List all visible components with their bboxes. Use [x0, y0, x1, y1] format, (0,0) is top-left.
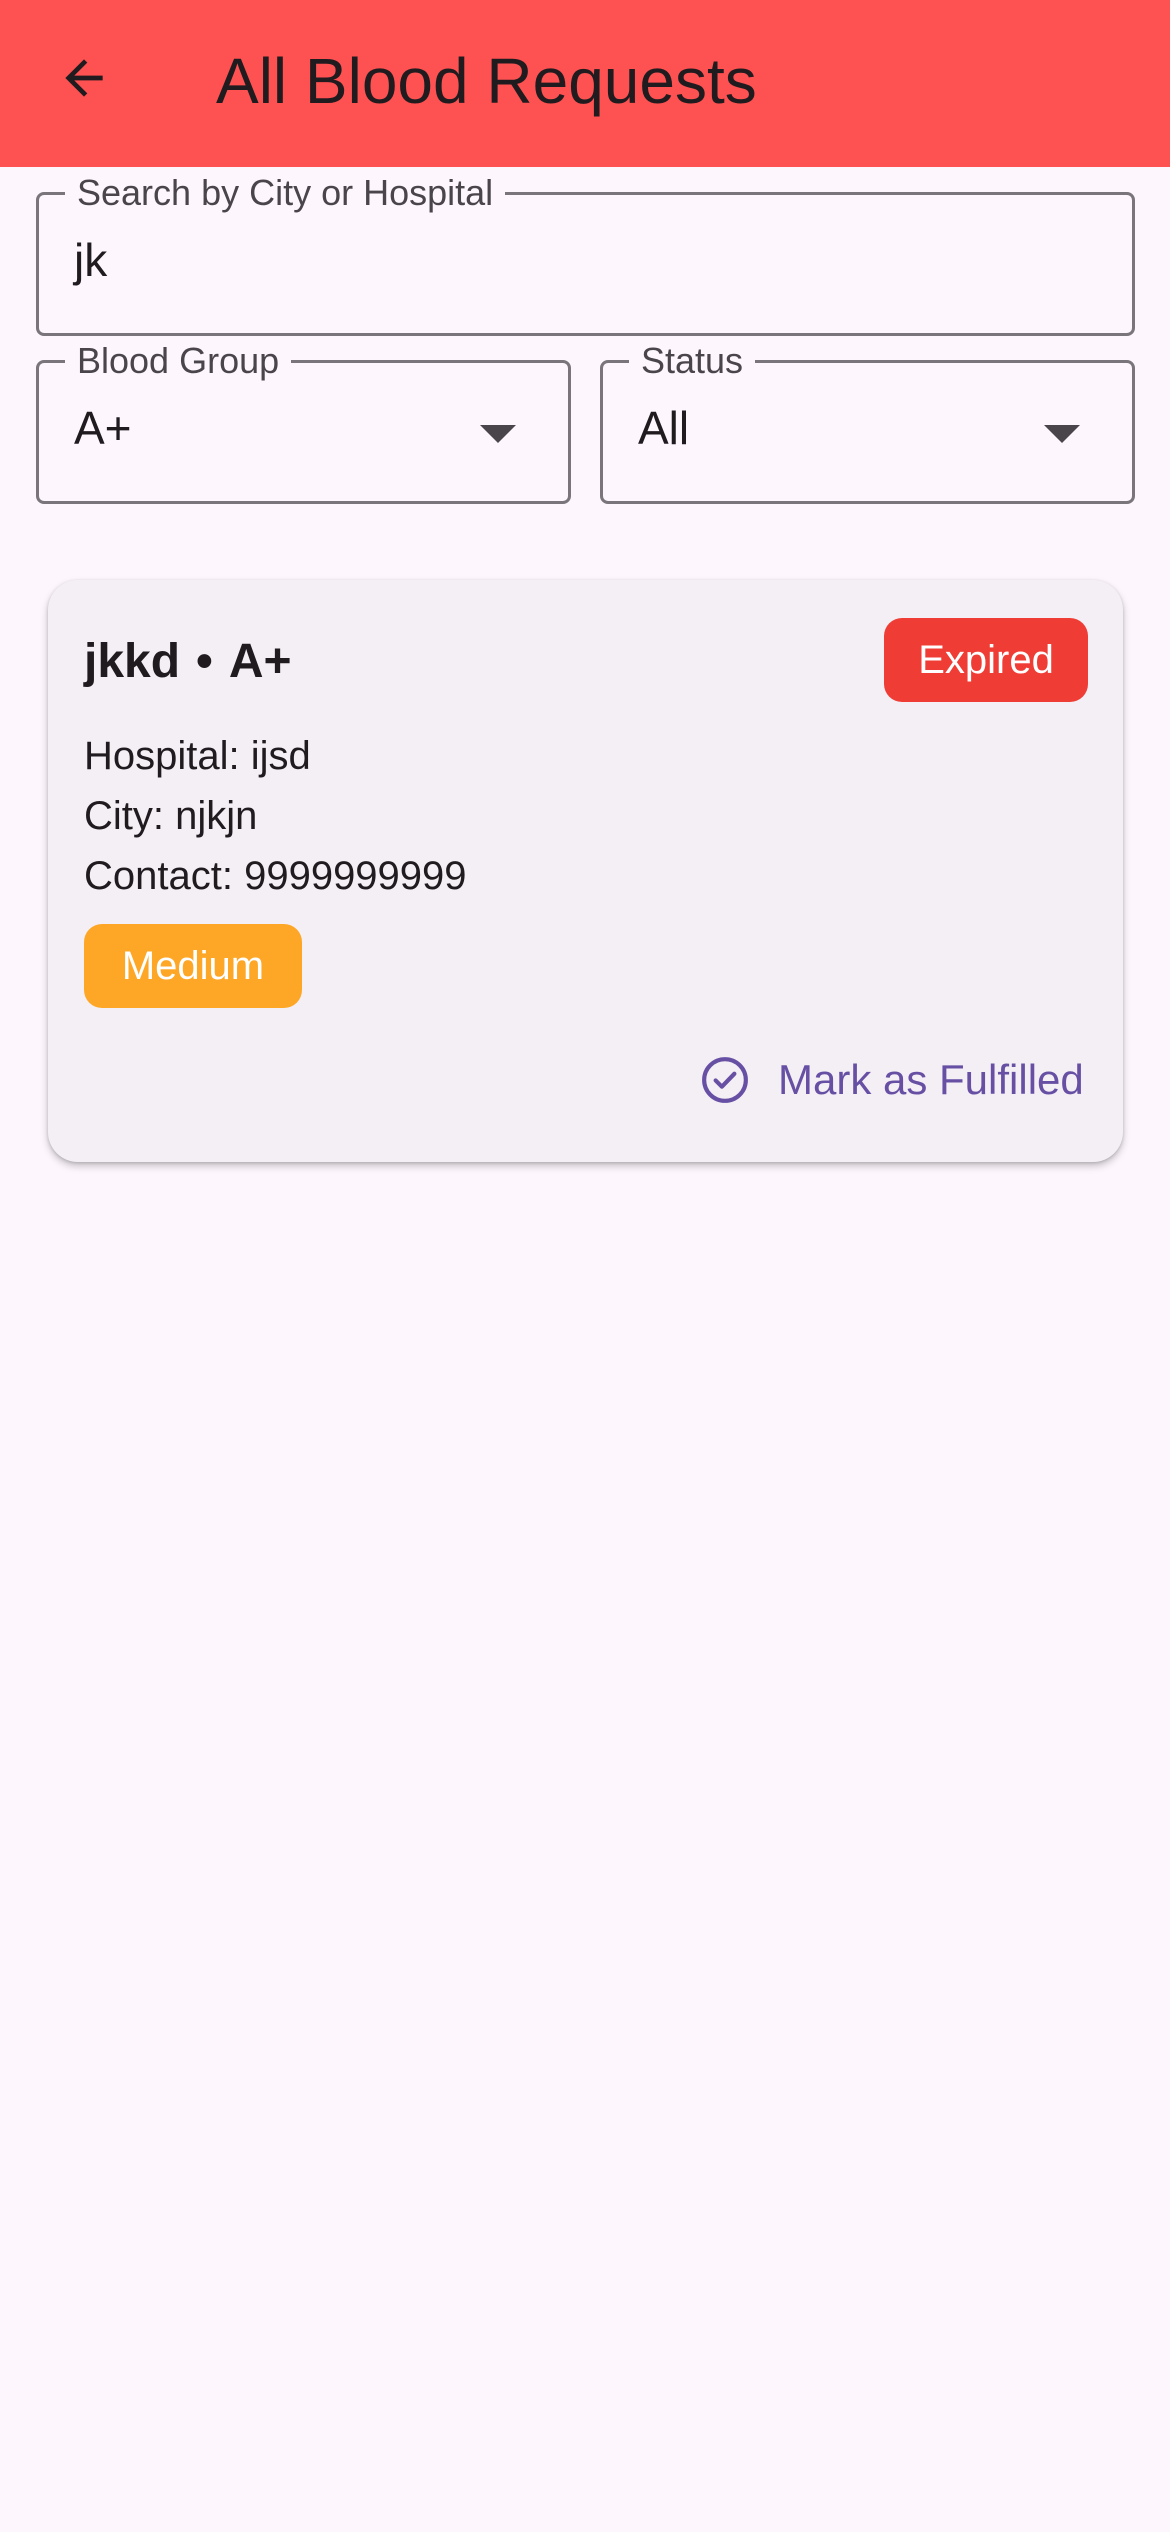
- dropdown-arrow-icon[interactable]: [480, 425, 516, 443]
- request-blood-group: A+: [228, 635, 292, 688]
- check-circle-icon: [702, 1057, 748, 1103]
- request-title: jkkd • A+: [84, 634, 292, 690]
- mark-fulfilled-label: Mark as Fulfilled: [778, 1056, 1084, 1103]
- page-title: All Blood Requests: [216, 45, 757, 117]
- request-name: jkkd: [84, 635, 181, 688]
- city-text: City: njkjn: [84, 794, 258, 838]
- hospital-text: Hospital: ijsd: [84, 734, 311, 778]
- status-badge: Expired: [884, 618, 1088, 702]
- blood-request-card: jkkd • A+ Expired Hospital: ijsd City: njk…: [48, 580, 1123, 1162]
- search-input[interactable]: Search by City or Hospital jk: [36, 173, 1135, 336]
- dropdown-arrow-icon[interactable]: [1044, 425, 1080, 443]
- app-bar: All Blood Requests: [0, 0, 1170, 167]
- status-value: All: [638, 402, 690, 454]
- arrow-back-icon: [65, 59, 103, 97]
- title-separator: •: [196, 635, 213, 688]
- blood-group-dropdown[interactable]: Blood Group A+: [36, 341, 571, 504]
- contact-text: Contact: 9999999999: [84, 854, 467, 898]
- blood-group-value: A+: [74, 402, 132, 454]
- search-input-value[interactable]: jk: [74, 233, 107, 287]
- priority-badge: Medium: [84, 924, 302, 1008]
- back-button[interactable]: [40, 34, 128, 122]
- blood-group-label: Blood Group: [65, 341, 292, 381]
- status-label: Status: [629, 341, 756, 381]
- search-input-label: Search by City or Hospital: [65, 173, 506, 213]
- mark-fulfilled-button[interactable]: Mark as Fulfilled: [638, 1040, 1108, 1120]
- status-dropdown[interactable]: Status All: [600, 341, 1135, 504]
